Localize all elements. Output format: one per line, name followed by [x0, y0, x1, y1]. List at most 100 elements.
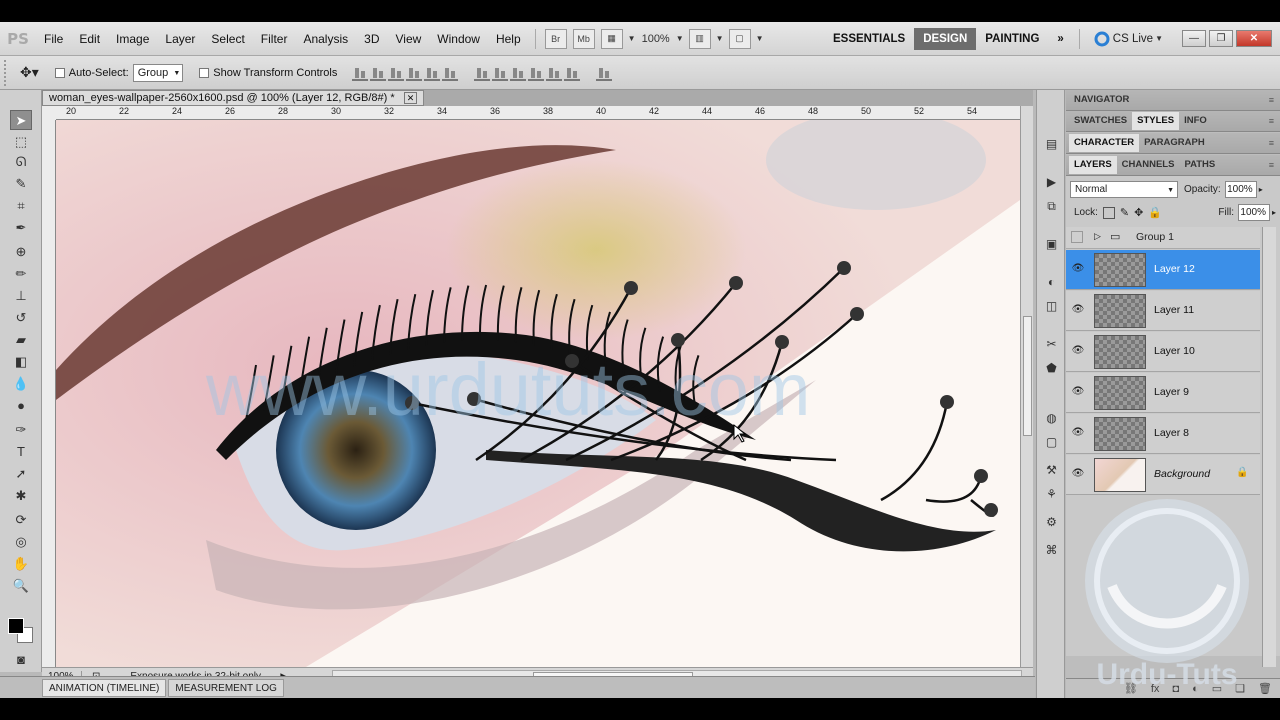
document-canvas[interactable]: www.urdututs.com [56, 120, 1020, 667]
menu-3d[interactable]: 3D [356, 28, 387, 50]
blend-mode-dropdown[interactable]: Normal [1070, 181, 1178, 198]
more-workspaces-icon[interactable]: » [1048, 28, 1072, 50]
distribute-left-icon[interactable] [528, 65, 545, 81]
auto-select-checkbox[interactable] [54, 67, 65, 78]
layer-row[interactable]: 👁 Layer 11 [1066, 291, 1260, 331]
tab-character[interactable]: CHARACTER [1069, 134, 1140, 152]
tab-styles[interactable]: STYLES [1132, 112, 1180, 130]
blur-tool-icon[interactable]: 💧 [10, 374, 32, 394]
menu-file[interactable]: File [36, 28, 71, 50]
show-transform-checkbox[interactable] [199, 67, 210, 78]
move-tool-icon[interactable]: ➤ [10, 110, 32, 130]
menu-help[interactable]: Help [488, 28, 529, 50]
lock-position-icon[interactable]: ✥ [1134, 206, 1143, 219]
align-bottom-icon[interactable] [388, 65, 405, 81]
menu-analysis[interactable]: Analysis [295, 28, 356, 50]
dodge-tool-icon[interactable]: ● [10, 396, 32, 416]
eye-icon[interactable]: 👁 [1071, 427, 1085, 438]
horizontal-ruler[interactable]: 20 22 24 26 28 30 32 34 36 38 40 42 44 46 48 50 52 54 [56, 106, 1021, 120]
tab-swatches[interactable]: SWATCHES [1069, 112, 1132, 130]
clone-stamp-tool-icon[interactable]: ⊥ [10, 286, 32, 306]
show-transform-option[interactable]: Show Transform Controls [199, 67, 337, 79]
eye-icon[interactable]: 👁 [1071, 386, 1085, 397]
notes-icon[interactable]: ⚘ [1043, 486, 1060, 502]
shape-tool-icon[interactable]: ✱ [10, 486, 32, 506]
crop-tool-icon[interactable]: ⌗ [10, 196, 32, 216]
panel-menu-icon[interactable]: ≡ [1269, 116, 1274, 126]
menu-window[interactable]: Window [429, 28, 488, 50]
document-tab[interactable]: woman_eyes-wallpaper-2560x1600.psd @ 100… [42, 90, 425, 106]
foreground-color-swatch[interactable] [8, 618, 24, 634]
zoom-level[interactable]: 100% [642, 33, 670, 45]
quick-mask-icon[interactable]: ◙ [10, 650, 32, 670]
fill-arrow-icon[interactable]: ▸ [1272, 208, 1276, 217]
3d-rotate-tool-icon[interactable]: ⟳ [10, 510, 32, 530]
expand-arrow-icon[interactable]: ▷ [1094, 231, 1101, 242]
new-layer-icon[interactable]: ❏ [1235, 682, 1245, 695]
path-selection-tool-icon[interactable]: ➚ [10, 464, 32, 484]
opacity-arrow-icon[interactable]: ▸ [1259, 185, 1263, 194]
new-group-icon[interactable]: ▭ [1212, 682, 1222, 695]
tab-paragraph[interactable]: PARAGRAPH [1139, 134, 1210, 152]
menu-select[interactable]: Select [203, 28, 252, 50]
restore-button[interactable]: ❐ [1209, 30, 1233, 47]
auto-align-layers-icon[interactable] [596, 65, 613, 81]
gradient-tool-icon[interactable]: ◧ [10, 352, 32, 372]
paths-icon[interactable]: ▢ [1043, 434, 1060, 450]
menu-filter[interactable]: Filter [253, 28, 296, 50]
eye-icon[interactable]: 👁 [1071, 345, 1085, 356]
lock-all-icon[interactable]: 🔒 [1148, 206, 1162, 219]
vertical-ruler[interactable] [42, 120, 56, 667]
eyedropper-tool-icon[interactable]: ✒ [10, 218, 32, 238]
mini-bridge-icon[interactable]: ▤ [1043, 136, 1060, 152]
visibility-toggle[interactable] [1071, 231, 1083, 243]
link-layers-icon[interactable]: ⛓ [1124, 682, 1138, 695]
canvas-vertical-scrollbar[interactable] [1020, 106, 1033, 667]
distribute-hcenter-icon[interactable] [546, 65, 563, 81]
minimize-button[interactable]: — [1182, 30, 1206, 47]
delete-layer-icon[interactable]: 🗑 [1258, 682, 1272, 695]
fill-field[interactable]: 100% [1237, 204, 1270, 221]
workspace-design[interactable]: DESIGN [914, 27, 977, 50]
layer-row[interactable]: 👁 Layer 9 [1066, 373, 1260, 413]
layer-group-row[interactable]: ▷ ▭ Group 1 [1066, 227, 1260, 249]
layer-comps-icon[interactable]: ▣ [1043, 236, 1060, 252]
menu-image[interactable]: Image [108, 28, 157, 50]
tool-presets-icon[interactable]: ⚒ [1043, 462, 1060, 478]
quick-select-tool-icon[interactable]: ✎ [10, 174, 32, 194]
eye-icon[interactable]: 👁 [1071, 263, 1085, 274]
masks-icon[interactable]: ◫ [1043, 298, 1060, 314]
panel-menu-icon[interactable]: ≡ [1269, 138, 1274, 148]
distribute-top-icon[interactable] [474, 65, 491, 81]
ruler-origin[interactable] [42, 106, 56, 120]
layer-row[interactable]: 👁 Layer 10 [1066, 332, 1260, 372]
distribute-vcenter-icon[interactable] [492, 65, 509, 81]
opacity-field[interactable]: 100% [1224, 181, 1257, 198]
add-mask-icon[interactable]: ◘ [1172, 683, 1179, 695]
pen-tool-icon[interactable]: ✑ [10, 420, 32, 440]
cs-live-button[interactable]: CS Live ▼ [1094, 31, 1165, 47]
align-hcenter-icon[interactable] [424, 65, 441, 81]
mini-bridge-button[interactable]: Mb [572, 28, 595, 49]
3d-orbit-tool-icon[interactable]: ◎ [10, 532, 32, 552]
eye-icon[interactable]: 👁 [1071, 468, 1085, 479]
clone-source-icon[interactable]: ⬟ [1043, 360, 1060, 376]
menu-layer[interactable]: Layer [157, 28, 203, 50]
distribute-bottom-icon[interactable] [510, 65, 527, 81]
3d-icon[interactable]: ◍ [1043, 410, 1060, 426]
eye-icon[interactable]: 👁 [1071, 304, 1085, 315]
close-button[interactable]: ✕ [1236, 30, 1272, 47]
type-tool-icon[interactable]: T [10, 442, 32, 462]
scroll-thumb[interactable] [1023, 316, 1032, 436]
tab-measurement-log[interactable]: MEASUREMENT LOG [168, 678, 284, 697]
hand-tool-icon[interactable]: ✋ [10, 554, 32, 574]
align-right-icon[interactable] [442, 65, 459, 81]
healing-brush-tool-icon[interactable]: ⊕ [10, 242, 32, 262]
brushes-icon[interactable]: ✂ [1043, 336, 1060, 352]
grip-handle[interactable] [4, 59, 12, 86]
align-left-icon[interactable] [406, 65, 423, 81]
arrange-documents-button[interactable]: ▥ [688, 28, 711, 49]
auto-select-option[interactable]: Auto-Select: [54, 67, 129, 79]
history-icon[interactable]: ⧉ [1043, 198, 1060, 214]
menu-edit[interactable]: Edit [71, 28, 108, 50]
